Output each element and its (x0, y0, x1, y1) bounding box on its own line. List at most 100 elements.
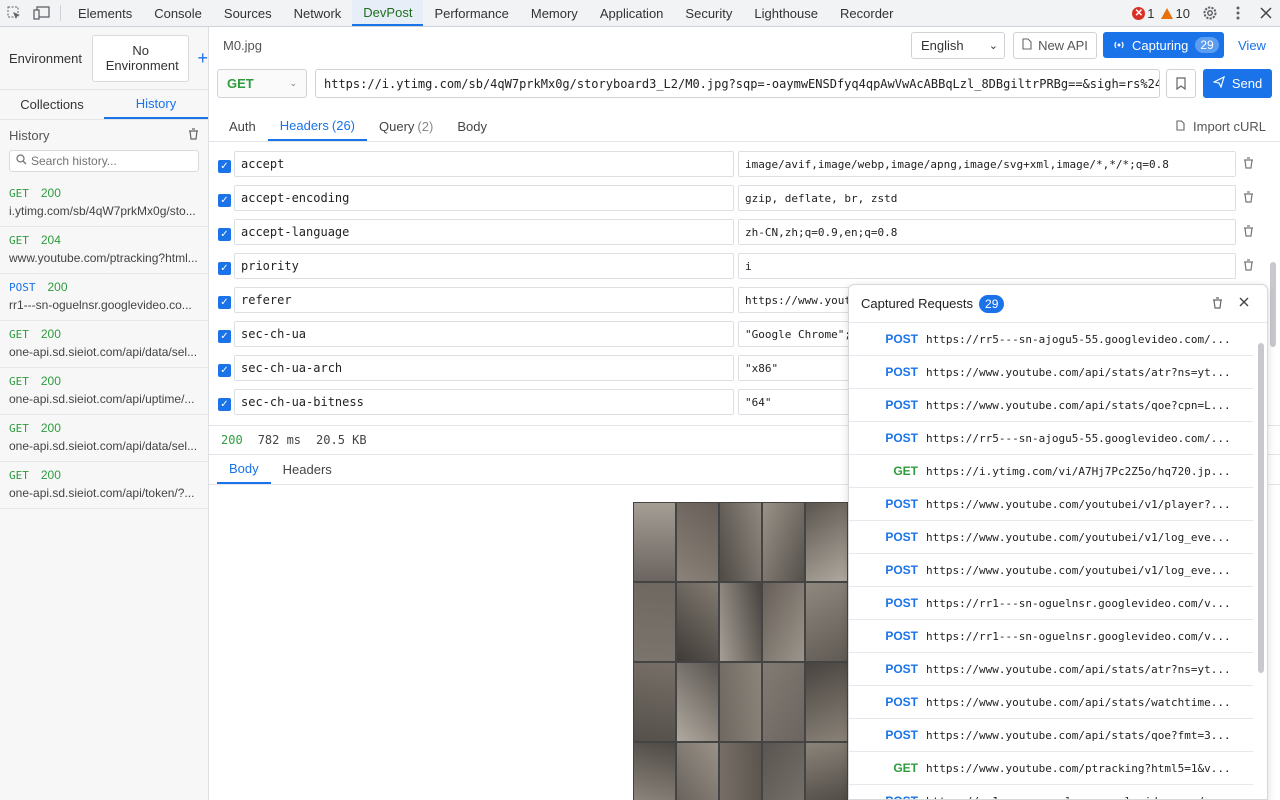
environment-select[interactable]: No Environment ⌄ (91, 34, 190, 82)
captured-request-item[interactable]: POST https://rr5---sn-ajogu5-55.googlevid… (849, 422, 1253, 455)
toolbar-divider (60, 5, 61, 21)
inspect-element-icon[interactable] (0, 0, 28, 26)
more-options-icon[interactable] (1224, 0, 1252, 26)
header-enabled-checkbox[interactable]: ✓ (218, 296, 231, 309)
devtools-tab-memory[interactable]: Memory (520, 0, 589, 26)
captured-request-item[interactable]: POST https://www.youtube.com/youtubei/v1/… (849, 488, 1253, 521)
url-input[interactable]: https://i.ytimg.com/sb/4qW7prkMx0g/story… (315, 69, 1160, 98)
history-item[interactable]: GET 200 one-api.sd.sieiot.com/api/data/sel… (0, 321, 208, 368)
history-header: History (0, 120, 208, 150)
header-enabled-checkbox[interactable]: ✓ (218, 364, 231, 377)
header-value-input[interactable]: gzip, deflate, br, zstd (738, 185, 1236, 211)
send-button[interactable]: Send (1203, 69, 1272, 98)
tab-history[interactable]: History (104, 90, 208, 119)
method-select[interactable]: GET ⌄ (217, 69, 307, 98)
devtools-tab-performance[interactable]: Performance (423, 0, 519, 26)
header-enabled-checkbox[interactable]: ✓ (218, 330, 231, 343)
search-icon (16, 154, 27, 168)
captured-request-item[interactable]: POST https://www.youtube.com/api/stats/at… (849, 653, 1253, 686)
close-icon[interactable] (1239, 294, 1249, 311)
devtools-tab-recorder[interactable]: Recorder (829, 0, 904, 26)
new-api-button[interactable]: New API (1013, 32, 1097, 59)
header-enabled-checkbox[interactable]: ✓ (218, 194, 231, 207)
delete-header-trash-icon[interactable] (1243, 259, 1254, 274)
tab-body[interactable]: Body (445, 111, 499, 141)
storyboard-frame (805, 742, 848, 800)
tab-response-headers[interactable]: Headers (271, 455, 344, 484)
error-count[interactable]: ✕ 1 (1132, 6, 1155, 21)
captured-scrollbar[interactable] (1258, 343, 1264, 673)
history-item[interactable]: POST 200 rr1---sn-oguelnsr.googlevideo.co.… (0, 274, 208, 321)
header-enabled-checkbox[interactable]: ✓ (218, 160, 231, 173)
history-search[interactable] (9, 150, 199, 172)
tab-auth[interactable]: Auth (217, 111, 268, 141)
header-key-input[interactable]: priority (234, 253, 734, 279)
clear-captured-trash-icon[interactable] (1212, 297, 1223, 312)
history-item[interactable]: GET 200 one-api.sd.sieiot.com/api/data/sel… (0, 415, 208, 462)
header-value-input[interactable]: i (738, 253, 1236, 279)
image-preview (633, 502, 848, 800)
header-key-input[interactable]: sec-ch-ua-bitness (234, 389, 734, 415)
devtools-tab-lighthouse[interactable]: Lighthouse (743, 0, 829, 26)
header-key-input[interactable]: accept-language (234, 219, 734, 245)
capturing-button[interactable]: Capturing 29 (1103, 32, 1224, 58)
header-value-input[interactable]: zh-CN,zh;q=0.9,en;q=0.8 (738, 219, 1236, 245)
captured-request-item[interactable]: POST https://rr1---sn-oguelnsr.googlevide… (849, 620, 1253, 653)
header-key-input[interactable]: accept-encoding (234, 185, 734, 211)
storyboard-frame (719, 662, 762, 742)
tab-response-body[interactable]: Body (217, 455, 271, 484)
settings-gear-icon[interactable] (1196, 0, 1224, 26)
captured-request-item[interactable]: GET https://i.ytimg.com/vi/A7Hj7Pc2Z5o/hq… (849, 455, 1253, 488)
captured-request-item[interactable]: POST https://rr1---sn-oguelnsr.googlevide… (849, 587, 1253, 620)
header-enabled-checkbox[interactable]: ✓ (218, 228, 231, 241)
captured-request-item[interactable]: POST https://rr5---sn-ajogu5-55.googlevid… (849, 323, 1253, 356)
captured-request-item[interactable]: POST https://www.youtube.com/api/stats/at… (849, 356, 1253, 389)
header-key-input[interactable]: sec-ch-ua (234, 321, 734, 347)
header-key-input[interactable]: accept (234, 151, 734, 177)
header-enabled-checkbox[interactable]: ✓ (218, 262, 231, 275)
devtools-tab-devpost[interactable]: DevPost (352, 0, 424, 26)
storyboard-frame (633, 662, 676, 742)
captured-request-item[interactable]: POST https://www.youtube.com/api/stats/qo… (849, 719, 1253, 752)
header-value-input[interactable]: image/avif,image/webp,image/apng,image/s… (738, 151, 1236, 177)
header-enabled-checkbox[interactable]: ✓ (218, 398, 231, 411)
device-toolbar-icon[interactable] (28, 0, 56, 26)
devtools-tab-application[interactable]: Application (589, 0, 675, 26)
tab-query[interactable]: Query (2) (367, 111, 445, 141)
devtools-tab-console[interactable]: Console (143, 0, 213, 26)
history-item[interactable]: GET 204 www.youtube.com/ptracking?html... (0, 227, 208, 274)
captured-request-item[interactable]: GET https://www.youtube.com/ptracking?htm… (849, 752, 1253, 785)
search-input[interactable] (31, 154, 191, 168)
captured-request-item[interactable]: POST https://www.youtube.com/youtubei/v1/… (849, 521, 1253, 554)
environment-value: No Environment (105, 43, 179, 73)
storyboard-frame (633, 502, 676, 582)
devtools-tab-security[interactable]: Security (674, 0, 743, 26)
history-item[interactable]: GET 200 i.ytimg.com/sb/4qW7prkMx0g/sto... (0, 180, 208, 227)
devtools-tab-sources[interactable]: Sources (213, 0, 283, 26)
add-environment-icon[interactable]: + (197, 48, 208, 69)
history-item[interactable]: GET 200 one-api.sd.sieiot.com/api/token/?.… (0, 462, 208, 509)
language-select[interactable]: English ⌄ (911, 32, 1005, 59)
bookmark-icon[interactable] (1166, 69, 1196, 98)
close-devtools-icon[interactable] (1252, 0, 1280, 26)
captured-request-item[interactable]: POST https://rr1---sn-oguelnsr.googlevide… (849, 785, 1253, 799)
tab-headers[interactable]: Headers (26) (267, 111, 368, 141)
tab-query-label: Query (379, 118, 415, 134)
tab-collections[interactable]: Collections (0, 90, 104, 119)
storyboard-frame (762, 582, 805, 662)
header-key-input[interactable]: referer (234, 287, 734, 313)
header-key-input[interactable]: sec-ch-ua-arch (234, 355, 734, 381)
clear-history-trash-icon[interactable] (188, 127, 199, 143)
devtools-tab-elements[interactable]: Elements (67, 0, 143, 26)
import-curl-button[interactable]: Import cURL (1176, 119, 1266, 134)
devtools-tab-network[interactable]: Network (283, 0, 353, 26)
view-link[interactable]: View (1238, 38, 1266, 53)
delete-header-trash-icon[interactable] (1243, 191, 1254, 206)
history-item[interactable]: GET 200 one-api.sd.sieiot.com/api/uptime/.… (0, 368, 208, 415)
delete-header-trash-icon[interactable] (1243, 225, 1254, 240)
captured-request-item[interactable]: POST https://www.youtube.com/api/stats/qo… (849, 389, 1253, 422)
captured-request-item[interactable]: POST https://www.youtube.com/api/stats/wa… (849, 686, 1253, 719)
warning-count[interactable]: 10 (1160, 6, 1190, 21)
delete-header-trash-icon[interactable] (1243, 157, 1254, 172)
captured-request-item[interactable]: POST https://www.youtube.com/youtubei/v1/… (849, 554, 1253, 587)
